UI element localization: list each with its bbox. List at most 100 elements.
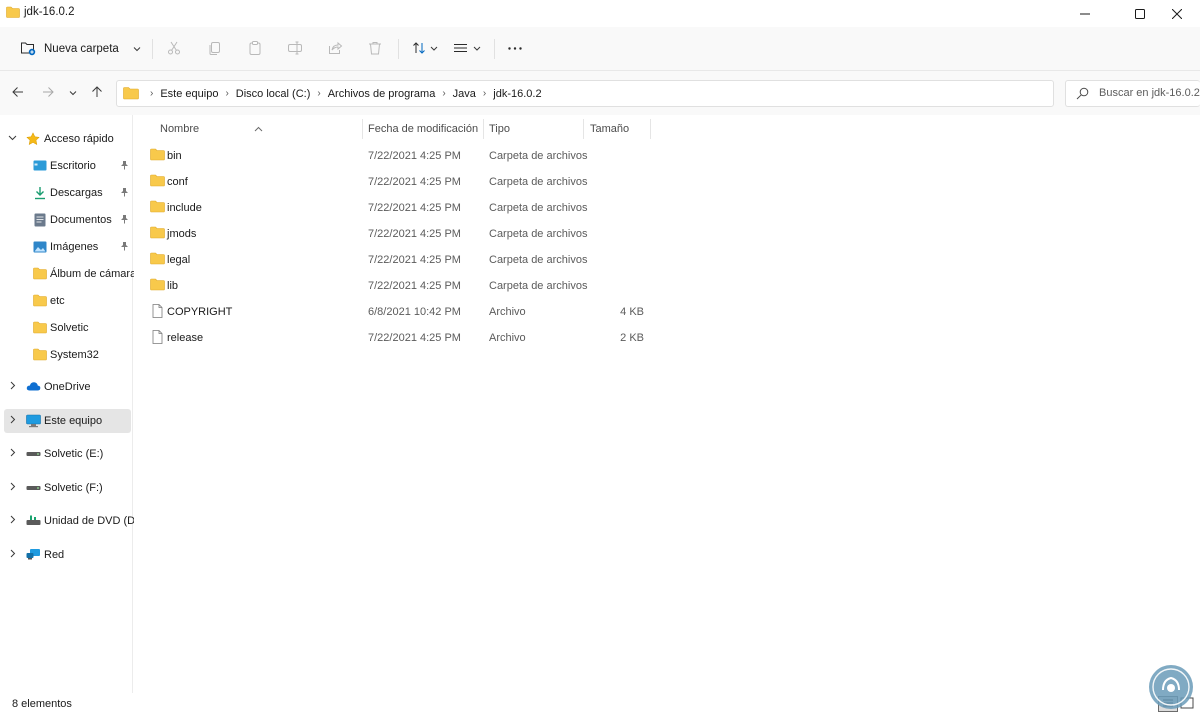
sidebar-item-label: Unidad de DVD (D:): [44, 515, 142, 527]
sidebar-item-system32[interactable]: System32: [4, 343, 131, 367]
sidebar-item-onedrive[interactable]: OneDrive: [4, 375, 131, 399]
search-input[interactable]: Buscar en jdk-16.0.2: [1065, 80, 1200, 107]
file-row-lib[interactable]: lib 7/22/2021 4:25 PM Carpeta de archivo…: [146, 272, 706, 298]
pin-icon: [120, 214, 129, 227]
file-row-legal[interactable]: legal 7/22/2021 4:25 PM Carpeta de archi…: [146, 246, 706, 272]
chevron-right-icon[interactable]: [8, 448, 17, 460]
trash-icon: [367, 40, 383, 59]
column-divider[interactable]: [483, 119, 484, 139]
desktop-icon: [33, 159, 47, 176]
window-title: jdk-16.0.2: [24, 6, 75, 18]
paste-button[interactable]: [243, 37, 267, 61]
chevron-right-icon[interactable]: [8, 549, 17, 561]
column-divider[interactable]: [362, 119, 363, 139]
sidebar-item-escritorio[interactable]: Escritorio: [4, 154, 131, 178]
pin-icon: [120, 160, 129, 173]
file-date: 7/22/2021 4:25 PM: [368, 176, 461, 188]
file-row-release[interactable]: release 7/22/2021 4:25 PM Archivo 2 KB: [146, 324, 706, 350]
up-button[interactable]: [87, 83, 107, 103]
arrow-right-icon: [42, 86, 54, 101]
chevron-right-icon[interactable]: [8, 482, 17, 494]
breadcrumb-disco-local[interactable]: Disco local (C:): [236, 88, 311, 100]
more-options-button[interactable]: [503, 37, 527, 61]
folder-icon: [150, 148, 165, 164]
toolbar-divider: [494, 39, 495, 59]
rename-button[interactable]: [283, 37, 307, 61]
file-type: Carpeta de archivos: [489, 254, 588, 266]
sort-button[interactable]: [408, 37, 442, 61]
column-header-tamano[interactable]: Tamaño: [590, 123, 629, 135]
cloud-icon: [26, 380, 41, 395]
sidebar-item-label: Red: [44, 549, 65, 561]
forward-button[interactable]: [38, 83, 58, 103]
column-divider[interactable]: [650, 119, 651, 139]
file-name: legal: [167, 254, 191, 266]
recent-locations-button[interactable]: [63, 83, 83, 103]
sort-ascending-icon: [254, 123, 263, 135]
folder-icon: [150, 226, 165, 242]
sidebar-item-album-de-camara[interactable]: Álbum de cámara: [4, 262, 136, 286]
column-header-fecha[interactable]: Fecha de modificación: [368, 123, 478, 135]
chevron-right-icon[interactable]: [8, 515, 17, 527]
sidebar-item-solvetic[interactable]: Solvetic: [4, 316, 131, 340]
breadcrumb-este-equipo[interactable]: Este equipo: [160, 88, 218, 100]
chevron-down-icon[interactable]: [8, 133, 17, 145]
file-name: lib: [167, 280, 179, 292]
file-type: Carpeta de archivos: [489, 176, 588, 188]
file-row-conf[interactable]: conf 7/22/2021 4:25 PM Carpeta de archiv…: [146, 168, 706, 194]
breadcrumb-jdk[interactable]: jdk-16.0.2: [493, 88, 541, 100]
address-bar[interactable]: › Este equipo › Disco local (C:) › Archi…: [116, 80, 1162, 107]
download-icon: [33, 186, 47, 203]
file-row-jmods[interactable]: jmods 7/22/2021 4:25 PM Carpeta de archi…: [146, 220, 706, 246]
sidebar-item-red[interactable]: Red: [4, 543, 131, 567]
status-bar: 8 elementos: [0, 693, 1200, 715]
sidebar-item-label: Este equipo: [44, 415, 103, 427]
breadcrumb-archivos-de-programa[interactable]: Archivos de programa: [328, 88, 436, 100]
sidebar-item-solvetic-e[interactable]: Solvetic (E:): [4, 442, 131, 466]
more-icon: [507, 40, 523, 59]
sidebar-item-imagenes[interactable]: Imágenes: [4, 235, 131, 259]
new-folder-icon: [20, 40, 36, 59]
file-type: Carpeta de archivos: [489, 202, 588, 214]
pin-icon: [120, 241, 129, 254]
folder-icon: [33, 321, 47, 337]
copy-button[interactable]: [203, 37, 227, 61]
folder-icon: [33, 267, 47, 283]
view-button[interactable]: [450, 37, 484, 61]
cut-button[interactable]: [162, 37, 186, 61]
navigation-pane: Acceso rápido Escritorio Descargas Docum…: [0, 115, 142, 693]
minimize-button[interactable]: [1062, 0, 1108, 27]
sidebar-item-documentos[interactable]: Documentos: [4, 208, 131, 232]
file-row-include[interactable]: include 7/22/2021 4:25 PM Carpeta de arc…: [146, 194, 706, 220]
search-placeholder: Buscar en jdk-16.0.2: [1099, 87, 1200, 99]
back-button[interactable]: [8, 83, 28, 103]
toolbar-divider: [398, 39, 399, 59]
file-row-copyright[interactable]: COPYRIGHT 6/8/2021 10:42 PM Archivo 4 KB: [146, 298, 706, 324]
file-name: release: [167, 332, 204, 344]
new-folder-button[interactable]: Nueva carpeta: [14, 36, 147, 62]
chevron-right-icon[interactable]: [8, 415, 17, 427]
share-button[interactable]: [323, 37, 347, 61]
sidebar-item-etc[interactable]: etc: [4, 289, 131, 313]
chevron-right-icon: ›: [482, 88, 487, 99]
sidebar-item-label: Escritorio: [50, 160, 96, 172]
sidebar-item-descargas[interactable]: Descargas: [4, 181, 131, 205]
file-row-bin[interactable]: bin 7/22/2021 4:25 PM Carpeta de archivo…: [146, 142, 706, 168]
column-divider[interactable]: [583, 119, 584, 139]
delete-button[interactable]: [363, 37, 387, 61]
file-type: Archivo: [489, 332, 526, 344]
chevron-right-icon[interactable]: [8, 381, 17, 393]
folder-icon: [33, 348, 47, 364]
close-button[interactable]: [1154, 0, 1200, 27]
breadcrumb-java[interactable]: Java: [453, 88, 476, 100]
sidebar-item-dvd[interactable]: Unidad de DVD (D:): [4, 509, 142, 533]
command-bar: Nueva carpeta: [0, 27, 1200, 71]
sidebar-item-este-equipo[interactable]: Este equipo: [4, 409, 131, 433]
sidebar-item-solvetic-f[interactable]: Solvetic (F:): [4, 476, 131, 500]
column-header-tipo[interactable]: Tipo: [489, 123, 510, 135]
file-list: Nombre Fecha de modificación Tipo Tamaño…: [134, 115, 1200, 693]
column-header-nombre[interactable]: Nombre: [160, 123, 199, 135]
sidebar-item-acceso-rapido[interactable]: Acceso rápido: [4, 127, 131, 151]
folder-icon: [123, 86, 139, 103]
sidebar-item-label: Imágenes: [50, 241, 99, 253]
